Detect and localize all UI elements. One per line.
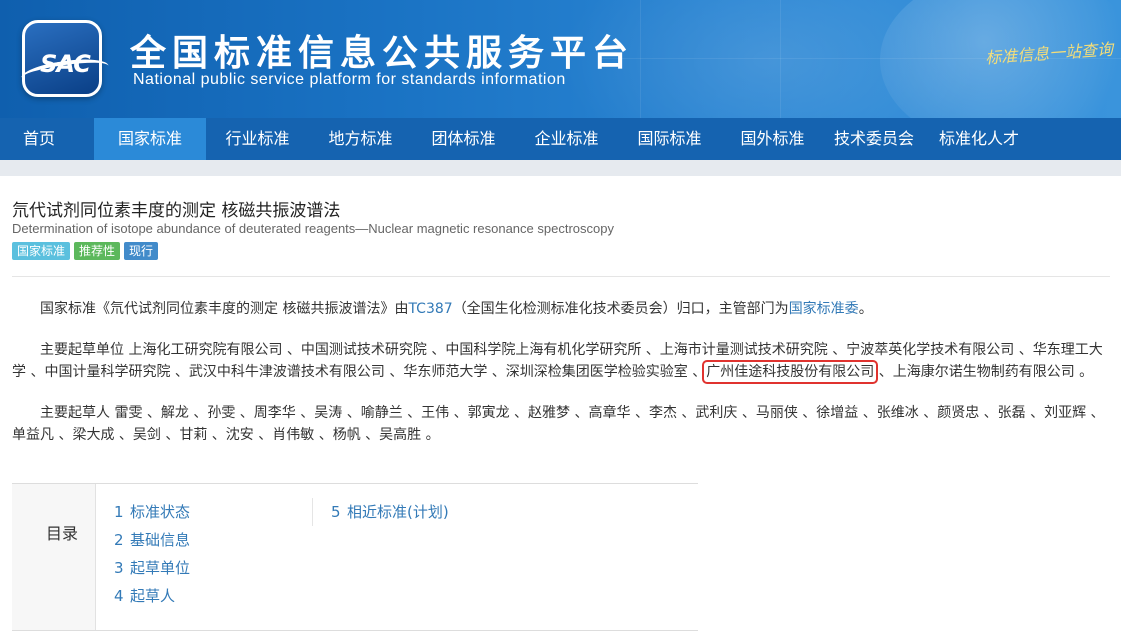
nav-item-national-standards[interactable]: 国家标准 [94, 118, 206, 160]
highlighted-drafting-unit: 广州佳途科技股份有限公司 [702, 360, 879, 384]
drafting-units-suffix: 、上海康尔诺生物制药有限公司 。 [874, 364, 1094, 380]
toc-header: 目录 [12, 484, 96, 630]
nav-item-foreign-standards[interactable]: 国外标准 [721, 118, 824, 160]
drafting-units-paragraph: 主要起草单位 上海化工研究院有限公司 、中国测试技术研究院 、中国科学院上海有机… [12, 339, 1112, 384]
toc-item-drafters[interactable]: 4 起草人 [114, 586, 190, 614]
logo-text: SAC [40, 50, 91, 78]
nav-item-home[interactable]: 首页 [0, 118, 78, 160]
banner-gridline [640, 0, 641, 118]
department-link[interactable]: 国家标准委 [789, 301, 859, 317]
nav-item-standardization-talent[interactable]: 标准化人才 [924, 118, 1034, 160]
sac-logo[interactable]: SAC [19, 20, 111, 97]
main-nav: 首页 国家标准 行业标准 地方标准 团体标准 企业标准 国际标准 国外标准 技术… [0, 118, 1121, 160]
toc-item-status[interactable]: 1 标准状态 [114, 502, 190, 530]
intro-middle: （全国生化检测标准化技术委员会）归口，主管部门为 [452, 301, 789, 317]
nav-bottom-strip [0, 160, 1121, 176]
drafters-text: 主要起草人 雷雯 、解龙 、孙雯 、周李华 、吴涛 、喻静兰 、王伟 、郭寅龙 … [12, 405, 1105, 443]
nav-item-international-standards[interactable]: 国际标准 [618, 118, 721, 160]
tc-link[interactable]: TC387 [408, 301, 452, 317]
toc-item-basic-info[interactable]: 2 基础信息 [114, 530, 190, 558]
intro-prefix: 国家标准《氘代试剂同位素丰度的测定 核磁共振波谱法》由 [40, 301, 409, 317]
drafters-paragraph: 主要起草人 雷雯 、解龙 、孙雯 、周李华 、吴涛 、喻静兰 、王伟 、郭寅龙 … [12, 402, 1112, 446]
site-subtitle: National public service platform for sta… [133, 71, 566, 88]
standard-title-english: Determination of isotope abundance of de… [12, 221, 614, 236]
badge-recommended: 推荐性 [74, 242, 121, 260]
nav-item-technical-committees[interactable]: 技术委员会 [824, 118, 924, 160]
intro-suffix: 。 [858, 301, 873, 317]
toc-column-1: 1 标准状态 2 基础信息 3 起草单位 4 起草人 [114, 502, 190, 614]
standard-title: 氘代试剂同位素丰度的测定 核磁共振波谱法 [12, 201, 341, 221]
toc-item-similar-standards[interactable]: 5 相近标准(计划) [315, 498, 449, 526]
nav-item-industry-standards[interactable]: 行业标准 [206, 118, 309, 160]
nav-item-enterprise-standards[interactable]: 企业标准 [515, 118, 618, 160]
toc-column-2: 5 相近标准(计划) [312, 498, 449, 526]
status-badges: 国家标准 推荐性 现行 [12, 242, 159, 260]
toc-label: 目录 [46, 524, 79, 543]
badge-national-standard: 国家标准 [12, 242, 71, 260]
banner-gridline [780, 0, 781, 118]
intro-paragraph: 国家标准《氘代试剂同位素丰度的测定 核磁共振波谱法》由TC387（全国生化检测标… [12, 298, 1112, 320]
toc-item-drafting-units[interactable]: 3 起草单位 [114, 558, 190, 586]
table-of-contents: 目录 1 标准状态 2 基础信息 3 起草单位 4 起草人 5 相近标准(计划) [12, 483, 698, 631]
divider [12, 276, 1110, 277]
nav-item-local-standards[interactable]: 地方标准 [309, 118, 412, 160]
nav-item-group-standards[interactable]: 团体标准 [412, 118, 515, 160]
main-content: 氘代试剂同位素丰度的测定 核磁共振波谱法 Determination of is… [0, 176, 1121, 635]
badge-current: 现行 [124, 242, 159, 260]
site-title: 全国标准信息公共服务平台 [130, 33, 635, 74]
header-banner: SAC 全国标准信息公共服务平台 National public service… [0, 0, 1121, 118]
